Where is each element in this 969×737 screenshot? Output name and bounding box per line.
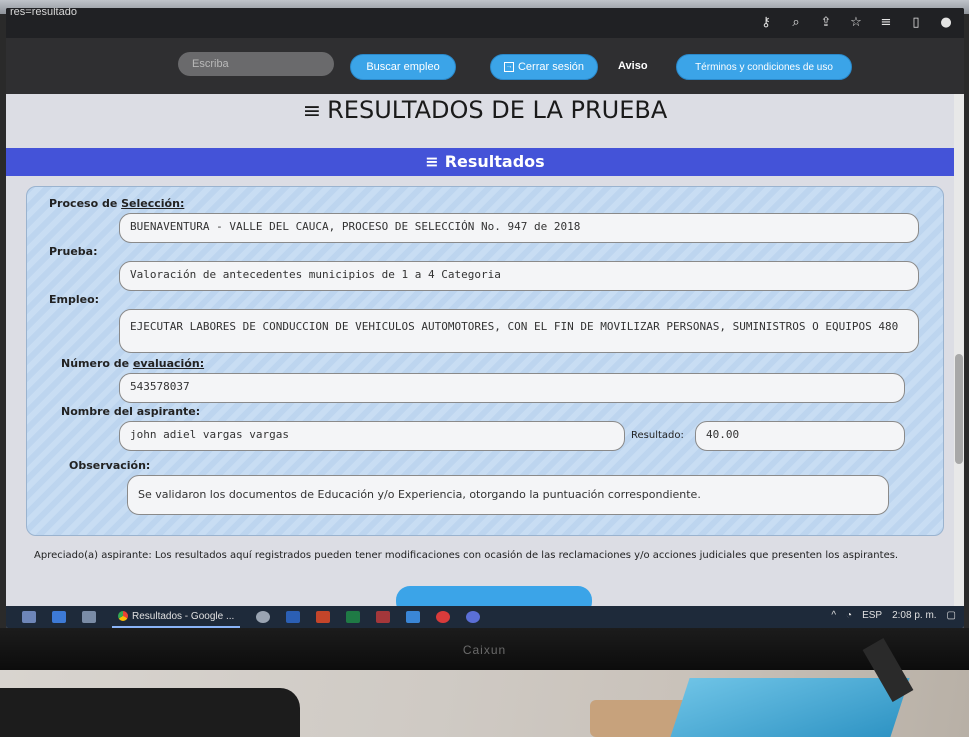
numero-field: 543578037 <box>119 373 905 403</box>
chevron-up-icon[interactable]: ^ <box>831 610 836 621</box>
clock[interactable]: 2:08 p. m. <box>892 610 936 621</box>
resultado-field: 40.00 <box>695 421 905 451</box>
aviso-link[interactable]: Aviso <box>618 60 648 72</box>
cerrar-sesion-button[interactable]: → Cerrar sesión <box>490 54 598 80</box>
reading-list-icon[interactable]: ≡ <box>878 15 894 30</box>
access-icon[interactable] <box>376 611 391 623</box>
share-icon[interactable]: ⇪ <box>818 15 834 30</box>
prueba-field: Valoración de antecedentes municipios de… <box>119 261 919 291</box>
profile-icon[interactable]: ● <box>938 15 954 30</box>
section-header: ≡ Resultados <box>6 148 964 176</box>
browser-tab-title[interactable]: res=resultado <box>10 8 77 18</box>
numero-label-underline: evaluación: <box>132 357 205 370</box>
opera-icon[interactable] <box>436 611 451 623</box>
terminos-button[interactable]: Términos y condiciones de uso <box>676 54 852 80</box>
buscar-empleo-button[interactable]: Buscar empleo <box>350 54 456 80</box>
page-content: ≡ RESULTADOS DE LA PRUEBA ≡ Resultados Pro… <box>6 94 964 628</box>
lock-icon[interactable] <box>22 611 36 623</box>
aviso-aspirante-text: Apreciado(a) aspirante: Los resultados a… <box>34 550 899 561</box>
proceso-label: Proceso de Selección: <box>49 197 184 210</box>
system-tray: ^ ◔ ESP 2:08 p. m. ▢ <box>831 610 956 621</box>
monitor-screen: res=resultado ⚷ ⌕ ⇪ ☆ ≡ ▯ ● Buscar emple… <box>6 8 964 628</box>
numero-label-text: Número de <box>61 357 133 370</box>
whatsapp-icon[interactable] <box>256 611 271 623</box>
nombre-field: john adiel vargas vargas <box>119 421 625 451</box>
prueba-label: Prueba: <box>49 245 98 258</box>
empleo-label: Empleo: <box>49 293 100 306</box>
resultado-label: Resultado: <box>631 430 684 441</box>
browser-actions: ⚷ ⌕ ⇪ ☆ ≡ ▯ ● <box>758 15 954 30</box>
key-icon[interactable]: ⚷ <box>758 15 774 30</box>
browser-icon[interactable] <box>466 611 481 623</box>
word-icon[interactable] <box>286 611 301 623</box>
store-icon[interactable] <box>82 611 96 623</box>
page-scrollbar[interactable] <box>954 94 964 628</box>
observacion-field: Se validaron los documentos de Educación… <box>127 475 889 515</box>
chrome-taskbar-item[interactable]: Resultados - Google ... <box>112 606 241 628</box>
scrollbar-thumb[interactable] <box>955 354 963 464</box>
nombre-label: Nombre del aspirante: <box>61 405 201 418</box>
keyboard <box>0 688 300 737</box>
star-icon[interactable]: ☆ <box>848 15 864 30</box>
proceso-label-text: Proceso de <box>49 197 122 210</box>
zoom-icon[interactable]: ⌕ <box>788 15 804 30</box>
app-icon[interactable] <box>406 611 421 623</box>
results-card: Proceso de Selección: BUENAVENTURA - VAL… <box>26 186 944 536</box>
numero-label: Número de evaluación: <box>61 357 204 370</box>
page-title: ≡ RESULTADOS DE LA PRUEBA <box>6 96 964 124</box>
observacion-label: Observación: <box>69 459 151 472</box>
site-header: Buscar empleo → Cerrar sesión Aviso Térm… <box>6 38 964 94</box>
cerrar-sesion-label: Cerrar sesión <box>517 61 585 73</box>
empleo-field: EJECUTAR LABORES DE CONDUCCION DE VEHICU… <box>119 309 919 353</box>
blue-object <box>670 678 910 737</box>
menu-icon: ≡ <box>302 99 322 124</box>
page-title-text: RESULTADOS DE LA PRUEBA <box>327 96 668 124</box>
excel-icon[interactable] <box>346 611 361 623</box>
proceso-label-underline: Selección: <box>121 197 185 210</box>
menu-icon: ≡ <box>425 152 439 171</box>
search-input[interactable] <box>178 52 334 76</box>
logout-icon: → <box>503 62 514 72</box>
notification-icon[interactable]: ▢ <box>947 610 956 621</box>
sidebar-icon[interactable]: ▯ <box>908 15 924 30</box>
section-title: Resultados <box>444 152 545 171</box>
browser-toolbar: res=resultado ⚷ ⌕ ⇪ ☆ ≡ ▯ ● <box>6 8 964 38</box>
chrome-taskbar-label: Resultados - Google ... <box>132 610 235 622</box>
chrome-icon <box>118 611 128 621</box>
monitor-brand: Caixun <box>462 643 507 657</box>
powerpoint-icon[interactable] <box>316 611 331 623</box>
windows-taskbar: Resultados - Google ... ^ ◔ ESP 2:08 p. … <box>6 606 964 628</box>
proceso-field: BUENAVENTURA - VALLE DEL CAUCA, PROCESO … <box>119 213 919 243</box>
edge-icon[interactable] <box>52 611 66 623</box>
wifi-icon[interactable]: ◔ <box>846 610 852 621</box>
language-indicator[interactable]: ESP <box>862 610 882 621</box>
